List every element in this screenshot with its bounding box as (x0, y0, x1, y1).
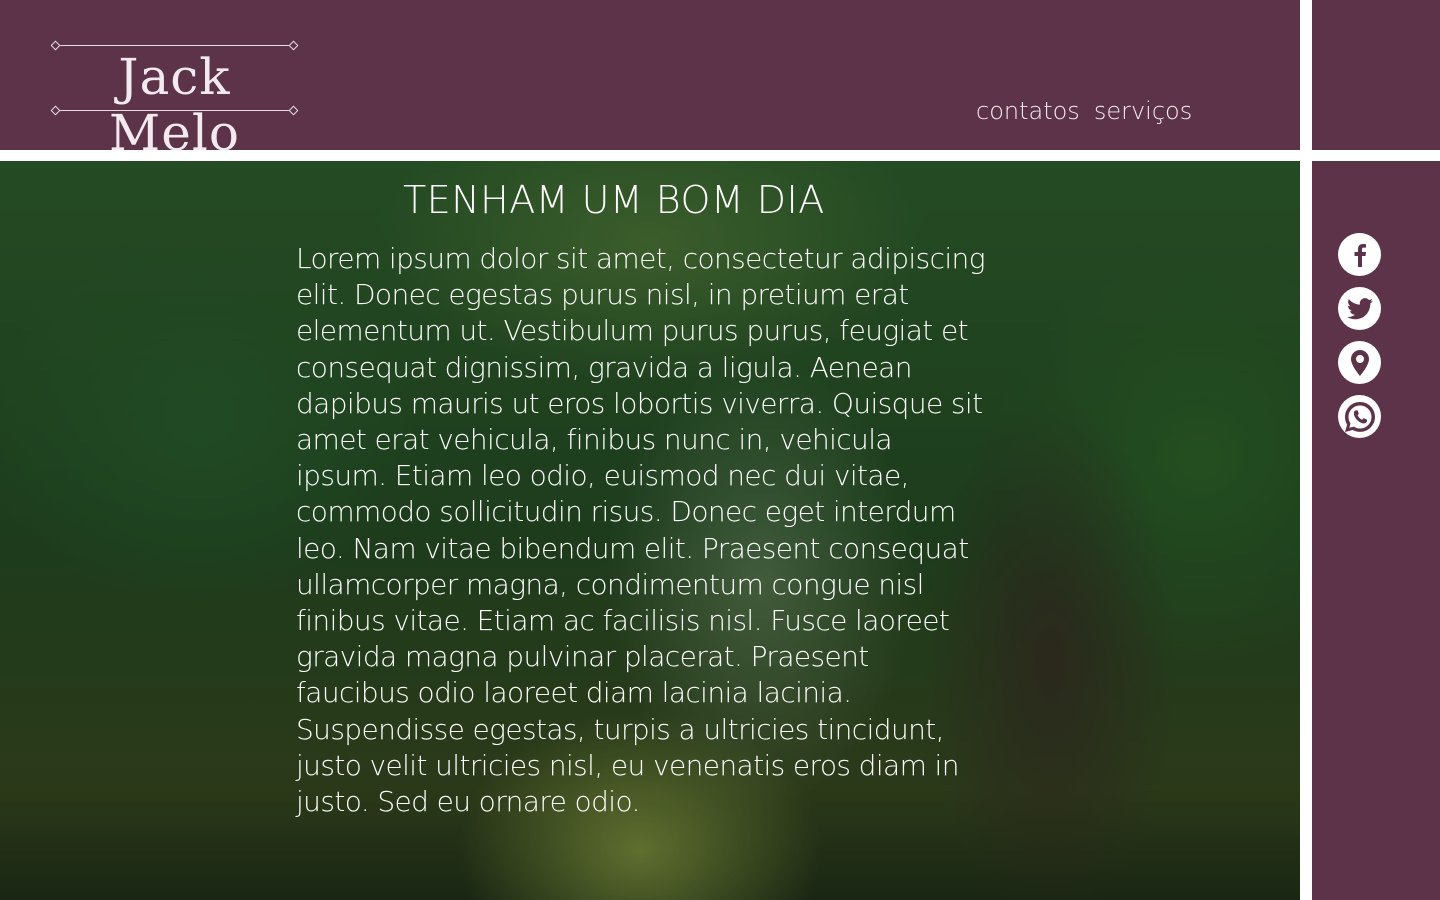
twitter-button[interactable] (1338, 287, 1381, 330)
sidebar-top-panel (1312, 0, 1440, 150)
location-button[interactable] (1338, 341, 1381, 384)
site-header: Jack Melo contatos serviços (0, 0, 1300, 161)
main-nav: contatos serviços (976, 96, 1192, 126)
logo-frame-top (58, 45, 291, 46)
logo[interactable]: Jack Melo (50, 40, 299, 161)
whatsapp-icon (1344, 401, 1375, 432)
facebook-button[interactable] (1338, 233, 1381, 276)
logo-text: Jack Melo (109, 48, 240, 162)
hero-section: TENHAM UM BOM DIA Lorem ipsum dolor sit … (0, 161, 1300, 900)
hero-body-text: Lorem ipsum dolor sit amet, consectetur … (296, 242, 986, 819)
whatsapp-button[interactable] (1338, 395, 1381, 438)
location-pin-icon (1350, 349, 1369, 376)
hero-title: TENHAM UM BOM DIA (403, 178, 825, 222)
nav-link-contatos[interactable]: contatos (976, 96, 1080, 126)
twitter-icon (1346, 297, 1373, 319)
nav-link-servicos[interactable]: serviços (1094, 96, 1192, 126)
facebook-icon (1354, 243, 1366, 267)
social-links (1338, 233, 1381, 438)
